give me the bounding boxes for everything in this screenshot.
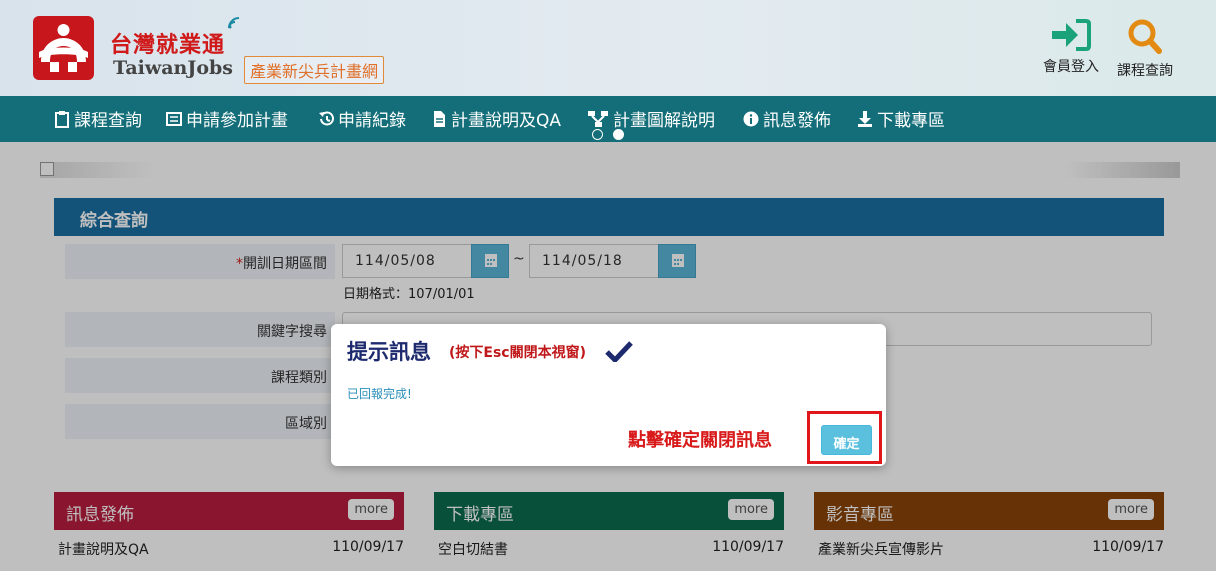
alert-dialog: 提示訊息 (按下Esc關閉本視窗) 已回報完成! 點擊確定關閉訊息 確定 [331,324,886,466]
ok-button[interactable]: 確定 [821,425,872,455]
document-icon [434,110,445,127]
course-search-label: 課程查詢 [1117,63,1173,79]
member-login-label: 會員登入 [1043,59,1099,75]
sign-in-icon [1052,19,1091,51]
course-search-button[interactable]: 課程查詢 [1110,18,1180,80]
dialog-title: 提示訊息 [347,340,431,364]
magnifier-icon [1128,19,1162,54]
member-login-button[interactable]: 會員登入 [1036,18,1106,76]
history-icon [319,111,334,125]
list-icon [166,111,182,126]
ok-button-highlight: 確定 [807,411,882,464]
logo-chinese-name: 台灣就業通 [110,33,226,58]
carousel-indicators [592,129,624,140]
nav-label: 訊息發佈 [763,111,831,131]
nav-label: 計畫說明及QA [451,111,562,131]
site-subtitle[interactable]: 產業新尖兵計畫網 [244,56,385,84]
nav-item-plan-diagram[interactable]: 計畫圖解說明 [587,106,715,131]
clipboard-icon [55,110,69,128]
nav-item-downloads[interactable]: 下載專區 [857,106,945,131]
checkmark-icon [605,341,633,362]
site-header: 台灣就業通 TaiwanJobs 產業新尖兵計畫網 會員登入 課程查詢 [0,0,1216,96]
nav-item-news[interactable]: 訊息發佈 [743,106,831,131]
carousel-dot[interactable] [592,129,603,140]
info-icon [743,111,759,126]
nav-item-apply-records[interactable]: 申請紀錄 [318,106,406,131]
nav-label: 申請參加計畫 [186,111,288,131]
nav-label: 課程查詢 [74,111,142,131]
nav-label: 申請紀錄 [338,111,406,131]
carousel-dot-active[interactable] [613,129,624,140]
dialog-esc-hint: (按下Esc關閉本視窗) [449,345,586,361]
nav-item-apply-plan[interactable]: 申請參加計畫 [166,106,288,131]
download-icon [858,110,872,127]
signal-icon [227,15,241,34]
taiwanjobs-logo-icon[interactable] [33,16,94,80]
nav-label: 計畫圖解說明 [613,111,715,131]
nav-item-course-search[interactable]: 課程查詢 [54,106,142,131]
nav-item-plan-qa[interactable]: 計畫說明及QA [431,106,561,131]
dialog-instruction: 點擊確定關閉訊息 [628,430,772,451]
nav-label: 下載專區 [877,111,945,131]
dialog-message: 已回報完成! [347,387,412,401]
sitemap-icon [588,110,608,127]
logo-english-name: TaiwanJobs [113,57,233,79]
